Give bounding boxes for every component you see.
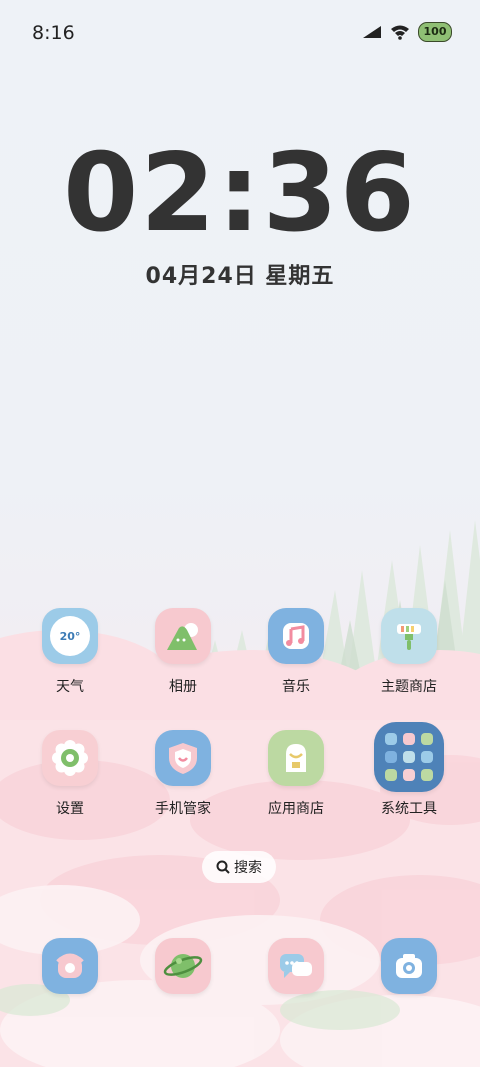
app-theme-store[interactable]: 主题商店 [353, 608, 465, 696]
status-bar: 8:16 100 [0, 0, 480, 68]
messages-icon [268, 938, 324, 994]
dock-browser[interactable] [127, 938, 239, 994]
app-label-system-tools: 系统工具 [381, 801, 437, 817]
system-tools-folder-icon [374, 722, 444, 792]
app-phone-manager[interactable]: 手机管家 [127, 730, 239, 818]
app-store-icon [268, 730, 324, 786]
search-label: 搜索 [234, 860, 262, 876]
app-music[interactable]: 音乐 [240, 608, 352, 696]
gallery-icon [155, 608, 211, 664]
app-label-app-store: 应用商店 [268, 801, 324, 817]
app-label-weather: 天气 [56, 679, 84, 695]
app-settings[interactable]: 设置 [14, 730, 126, 818]
signal-icon [363, 26, 381, 38]
app-label-settings: 设置 [56, 801, 84, 817]
wifi-icon [391, 25, 409, 40]
dock-messages[interactable] [240, 938, 352, 994]
phone-icon [42, 938, 98, 994]
weather-icon: 20° [42, 608, 98, 664]
dock-phone[interactable] [14, 938, 126, 994]
browser-icon [155, 938, 211, 994]
app-label-theme-store: 主题商店 [381, 679, 437, 695]
music-icon [268, 608, 324, 664]
theme-store-icon [381, 608, 437, 664]
app-weather[interactable]: 20° 天气 [14, 608, 126, 696]
app-label-phone-manager: 手机管家 [155, 801, 211, 817]
status-time: 8:16 [32, 22, 75, 44]
clock-date: 04月24日 星期五 [145, 264, 335, 289]
phone-manager-icon [155, 730, 211, 786]
settings-icon [42, 730, 98, 786]
search-button[interactable]: 搜索 [202, 851, 276, 883]
clock-widget[interactable]: 02:36 04月24日 星期五 [0, 140, 480, 290]
app-label-music: 音乐 [282, 679, 310, 695]
app-label-gallery: 相册 [169, 679, 197, 695]
camera-icon [381, 938, 437, 994]
clock-time: 02:36 [63, 131, 417, 256]
battery-level: 100 [423, 25, 447, 38]
search-icon [216, 860, 230, 874]
app-system-tools-folder[interactable]: 系统工具 [353, 722, 465, 818]
app-app-store[interactable]: 应用商店 [240, 730, 352, 818]
app-gallery[interactable]: 相册 [127, 608, 239, 696]
battery-icon: 100 [418, 22, 452, 42]
dock-camera[interactable] [353, 938, 465, 994]
